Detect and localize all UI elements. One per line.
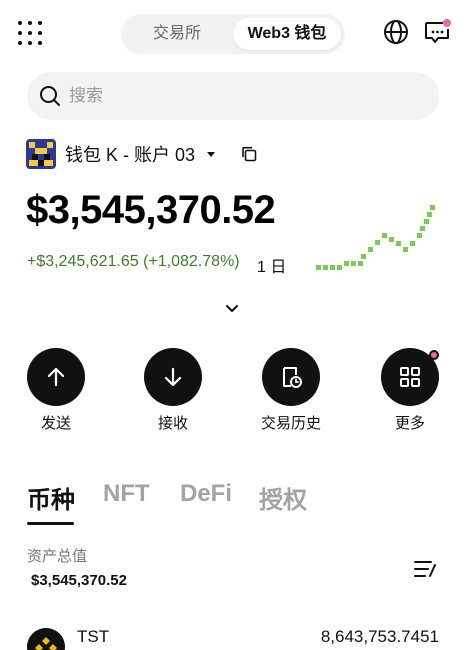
top-bar: 交易所 Web3 钱包 xyxy=(0,0,467,64)
message-icon[interactable] xyxy=(423,17,451,45)
expand-chevron-icon[interactable] xyxy=(225,304,239,314)
token-logo-icon xyxy=(27,628,65,650)
total-balance: $3,545,370.52 xyxy=(26,188,276,232)
more-button[interactable]: 更多 xyxy=(365,348,455,433)
tab-exchange[interactable]: 交易所 xyxy=(125,18,229,50)
balance-sparkline xyxy=(316,205,435,270)
globe-icon[interactable] xyxy=(383,19,409,45)
wallet-avatar xyxy=(26,139,56,169)
quick-actions: 发送 接收 交易历史 更多 xyxy=(0,348,467,438)
grid-more-icon xyxy=(400,367,420,387)
pnl-change: +$3,245,621.65 (+1,082.78%) xyxy=(27,253,240,270)
history-icon xyxy=(283,367,302,388)
arrow-up-icon xyxy=(47,367,65,387)
tab-tokens[interactable]: 币种 xyxy=(27,480,75,515)
wallet-selector[interactable]: 钱包 K - 账户 03 xyxy=(26,139,257,169)
search-bar[interactable] xyxy=(27,72,439,120)
receive-label: 接收 xyxy=(157,415,188,432)
chevron-down-icon[interactable] xyxy=(207,151,216,157)
send-button[interactable]: 发送 xyxy=(11,348,101,433)
notification-dot xyxy=(429,350,439,360)
history-button[interactable]: 交易历史 xyxy=(246,348,336,433)
asset-total-value: $3,545,370.52 xyxy=(31,572,127,589)
token-symbol: TST xyxy=(77,627,110,646)
active-tab-indicator xyxy=(27,522,74,525)
tab-approvals[interactable]: 授权 xyxy=(259,480,307,515)
sort-filter-icon[interactable] xyxy=(413,559,437,579)
copy-icon[interactable] xyxy=(241,146,257,162)
asset-total-label: 资产总值 xyxy=(27,548,88,565)
pnl-period[interactable]: 1 日 xyxy=(257,253,286,277)
token-amount: 8,643,753.7451 xyxy=(320,627,439,646)
apps-grid-icon[interactable] xyxy=(18,21,42,45)
wallet-name: 钱包 K - 账户 03 xyxy=(65,145,196,165)
mode-switcher: 交易所 Web3 钱包 xyxy=(121,14,345,54)
send-label: 发送 xyxy=(40,415,71,432)
search-icon xyxy=(40,86,60,106)
search-input[interactable] xyxy=(69,72,419,120)
arrow-down-icon xyxy=(164,367,182,387)
tab-defi[interactable]: DeFi xyxy=(180,480,232,508)
tab-nft[interactable]: NFT xyxy=(103,480,150,508)
receive-button[interactable]: 接收 xyxy=(128,348,218,433)
tab-web3-wallet[interactable]: Web3 钱包 xyxy=(233,18,341,50)
history-label: 交易历史 xyxy=(260,415,321,432)
more-label: 更多 xyxy=(394,415,425,432)
token-row[interactable]: TST 8,643,753.7451 xyxy=(0,618,467,650)
